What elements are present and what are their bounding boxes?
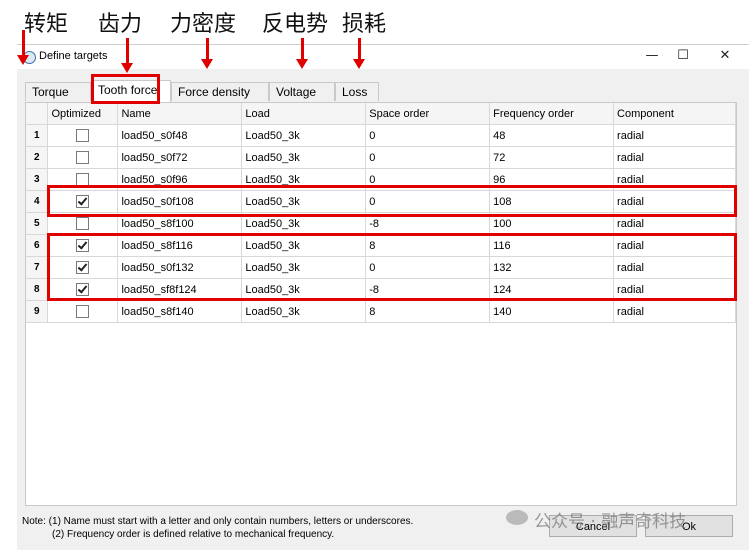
header-load[interactable]: Load	[241, 103, 367, 125]
targets-table-panel: Optimized Name Load Space order Frequenc…	[25, 102, 737, 506]
window-title: Define targets	[39, 50, 108, 62]
tab-torque[interactable]: Torque	[25, 82, 91, 101]
name-cell[interactable]: load50_s0f72	[117, 146, 243, 169]
annotation-label-loss: 损耗	[342, 12, 387, 37]
wechat-icon	[506, 510, 528, 525]
row-number: 6	[26, 234, 49, 257]
load-cell[interactable]: Load50_3k	[241, 124, 367, 147]
row-number: 7	[26, 256, 49, 279]
optimized-checkbox[interactable]	[76, 151, 90, 164]
frequency-order-cell[interactable]: 48	[489, 124, 615, 147]
optimized-cell	[47, 124, 119, 147]
component-cell[interactable]: radial	[613, 146, 736, 169]
optimized-cell	[47, 146, 119, 169]
annotation-arrow-force-density	[201, 38, 213, 69]
highlight-rows-6-8	[47, 233, 737, 301]
header-space-order[interactable]: Space order	[365, 103, 491, 125]
row-number: 3	[26, 168, 49, 191]
watermark: 公众号 · 融声奇科技	[534, 512, 687, 532]
tab-voltage[interactable]: Voltage	[269, 82, 335, 101]
table-row[interactable]: 2 load50_s0f72 Load50_3k 0 72 radial	[26, 146, 736, 169]
row-number: 9	[26, 300, 49, 323]
row-number: 2	[26, 146, 49, 169]
name-cell[interactable]: load50_s8f140	[117, 300, 243, 323]
table-header-row: Optimized Name Load Space order Frequenc…	[26, 103, 736, 125]
annotation-arrow-tooth-force	[121, 38, 133, 73]
maximize-button[interactable]: ☐	[671, 47, 695, 65]
close-button[interactable]: ✕	[713, 47, 737, 65]
annotation-label-voltage: 反电势	[262, 12, 329, 37]
space-order-cell[interactable]: 8	[365, 300, 491, 323]
row-number: 1	[26, 124, 49, 147]
row-number: 4	[26, 190, 49, 213]
load-cell[interactable]: Load50_3k	[241, 300, 367, 323]
annotation-arrow-loss	[353, 38, 365, 69]
annotation-arrow-voltage	[296, 38, 308, 69]
table-row[interactable]: 1 load50_s0f48 Load50_3k 0 48 radial	[26, 124, 736, 147]
row-number: 8	[26, 278, 49, 301]
annotation-label-force-density: 力密度	[170, 12, 237, 37]
frequency-order-cell[interactable]: 72	[489, 146, 615, 169]
annotation-arrow-torque	[17, 30, 29, 65]
name-cell[interactable]: load50_s0f48	[117, 124, 243, 147]
note-line-2: (2) Frequency order is defined relative …	[52, 529, 335, 540]
highlight-row-4	[47, 185, 737, 217]
optimized-checkbox[interactable]	[76, 305, 90, 318]
header-component[interactable]: Component	[613, 103, 736, 125]
tab-loss[interactable]: Loss	[335, 82, 379, 101]
space-order-cell[interactable]: 0	[365, 124, 491, 147]
header-corner	[26, 103, 49, 125]
table-row[interactable]: 9 load50_s8f140 Load50_3k 8 140 radial	[26, 300, 736, 323]
load-cell[interactable]: Load50_3k	[241, 146, 367, 169]
optimized-checkbox[interactable]	[76, 129, 90, 142]
header-frequency-order[interactable]: Frequency order	[489, 103, 615, 125]
component-cell[interactable]: radial	[613, 124, 736, 147]
space-order-cell[interactable]: 0	[365, 146, 491, 169]
notes: Note: (1) Name must start with a letter …	[22, 515, 413, 541]
minimize-button[interactable]: —	[640, 47, 664, 65]
row-number: 5	[26, 212, 49, 235]
tab-force-density[interactable]: Force density	[171, 82, 269, 101]
frequency-order-cell[interactable]: 140	[489, 300, 615, 323]
annotation-label-tooth-force: 齿力	[98, 12, 143, 37]
component-cell[interactable]: radial	[613, 300, 736, 323]
optimized-cell	[47, 300, 119, 323]
optimized-checkbox[interactable]	[76, 217, 90, 230]
note-line-1: Note: (1) Name must start with a letter …	[22, 516, 414, 527]
header-name[interactable]: Name	[117, 103, 243, 125]
header-optimized[interactable]: Optimized	[47, 103, 119, 125]
annotation-label-torque: 转矩	[24, 12, 69, 37]
annotation-labels: 转矩 齿力 力密度 反电势 损耗	[0, 0, 749, 40]
highlight-tooth-force-tab	[91, 74, 160, 104]
